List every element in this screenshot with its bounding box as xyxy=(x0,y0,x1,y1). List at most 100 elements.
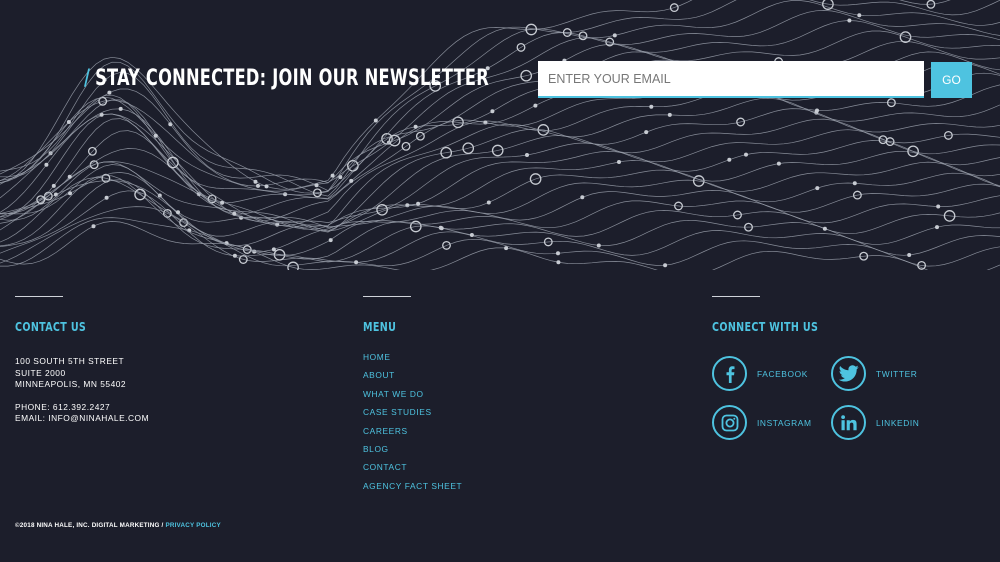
wave-line xyxy=(0,179,1000,260)
menu-heading: MENU xyxy=(363,319,397,334)
wave-node xyxy=(596,243,601,248)
wave-node xyxy=(556,260,561,265)
privacy-policy-link[interactable]: PRIVACY POLICY xyxy=(165,522,220,529)
menu-list: HOME ABOUT WHAT WE DO CASE STUDIES CAREE… xyxy=(363,348,462,495)
wave-node xyxy=(667,112,672,117)
wave-node xyxy=(663,263,668,268)
newsletter-title: / STAY CONNECTED: JOIN OUR NEWSLETTER xyxy=(84,66,489,91)
menu-item: CONTACT xyxy=(363,458,462,476)
newsletter-section: /STAY CONNECTED: JOIN OUR NEWSLETTER GO xyxy=(0,0,1000,270)
wave-node xyxy=(822,226,827,231)
instagram-label: INSTAGRAM xyxy=(757,417,812,428)
wave-node xyxy=(612,33,617,38)
wave-node xyxy=(490,109,495,114)
menu-item: AGENCY FACT SHEET xyxy=(363,477,462,495)
menu-item: CAREERS xyxy=(363,422,462,440)
instagram-link[interactable]: INSTAGRAM xyxy=(712,405,812,440)
twitter-link[interactable]: TWITTER xyxy=(831,356,917,391)
wave-line xyxy=(0,10,1000,191)
menu-item: WHAT WE DO xyxy=(363,385,462,403)
wave-node xyxy=(220,200,225,205)
contact-column: CONTACT US 100 SOUTH 5TH STREET SUITE 20… xyxy=(15,296,149,425)
address-line-3: MINNEAPOLIS, MN 55402 xyxy=(15,379,127,390)
wave-line xyxy=(0,97,1000,230)
menu-link-blog[interactable]: BLOG xyxy=(363,444,389,454)
instagram-icon xyxy=(712,405,747,440)
wave-line xyxy=(0,190,1000,263)
wave-node xyxy=(617,160,621,164)
go-button[interactable]: GO xyxy=(931,62,972,98)
wave-node xyxy=(416,201,421,206)
wave-node xyxy=(413,124,418,129)
social-links: FACEBOOK TWITTER INSTAGRAM LINKEDIN xyxy=(712,356,972,456)
wave-node xyxy=(157,193,162,198)
wave-node xyxy=(354,260,359,265)
menu-link-about[interactable]: ABOUT xyxy=(363,370,395,380)
wave-node xyxy=(533,103,538,108)
twitter-label: TWITTER xyxy=(876,368,918,379)
wave-node xyxy=(232,211,237,216)
wave-node xyxy=(349,178,354,183)
wave-node xyxy=(857,13,862,18)
address-line-1: 100 SOUTH 5TH STREET xyxy=(15,356,125,366)
wave-node xyxy=(107,90,112,95)
wave-node xyxy=(91,224,96,229)
wave-line xyxy=(0,30,1000,192)
title-slash: / xyxy=(84,66,91,91)
email-input[interactable] xyxy=(538,61,924,98)
wave-node xyxy=(232,253,237,258)
wave-line xyxy=(0,217,1000,267)
contact-divider xyxy=(15,296,63,297)
wave-node xyxy=(330,173,335,178)
wave-node xyxy=(649,104,654,109)
wave-node xyxy=(644,130,649,135)
phone-text: PHONE: 612.392.2427 xyxy=(15,401,111,412)
copyright-bar: ©2018 NINA HALE, INC. DIGITAL MARKETING … xyxy=(15,522,221,529)
linkedin-link[interactable]: LINKEDIN xyxy=(831,405,919,440)
menu-item: ABOUT xyxy=(363,366,462,384)
wave-node xyxy=(53,192,58,197)
wave-node xyxy=(847,18,852,23)
wave-line xyxy=(0,177,1000,253)
connect-heading: CONNECT WITH US xyxy=(712,319,819,334)
menu-link-home[interactable]: HOME xyxy=(363,352,391,362)
wave-node xyxy=(264,184,269,189)
copyright-separator: / xyxy=(161,522,164,529)
wave-node xyxy=(104,195,109,200)
wave-node xyxy=(907,253,912,257)
wave-node xyxy=(253,179,258,184)
wave-node xyxy=(580,195,585,200)
wave-node xyxy=(469,233,474,237)
wave-node xyxy=(852,181,857,186)
menu-link-case-studies[interactable]: CASE STUDIES xyxy=(363,407,432,417)
wave-node xyxy=(373,118,378,123)
wave-line xyxy=(0,221,1000,270)
wave-node xyxy=(486,200,491,205)
address-line-2: SUITE 2000 xyxy=(15,367,66,378)
menu-link-careers[interactable]: CAREERS xyxy=(363,426,408,436)
menu-link-contact[interactable]: CONTACT xyxy=(363,462,407,472)
copyright-text: ©2018 NINA HALE, INC. DIGITAL MARKETING xyxy=(15,522,160,529)
wave-node xyxy=(776,161,781,166)
menu-item: BLOG xyxy=(363,440,462,458)
wave-node xyxy=(556,251,560,256)
wave-node xyxy=(256,183,260,188)
wave-node xyxy=(44,162,49,167)
wave-line xyxy=(0,118,1000,229)
wave-node xyxy=(328,238,333,243)
menu-column: MENU HOME ABOUT WHAT WE DO CASE STUDIES … xyxy=(363,296,462,495)
email-text: EMAIL: INFO@NINAHALE.COM xyxy=(15,413,150,424)
linkedin-icon xyxy=(831,405,866,440)
contact-heading: CONTACT US xyxy=(15,319,87,334)
wave-node xyxy=(176,210,180,215)
menu-link-agency-fact-sheet[interactable]: AGENCY FACT SHEET xyxy=(363,481,462,491)
wave-node xyxy=(935,225,939,230)
wave-node xyxy=(744,152,748,157)
wave-line xyxy=(0,206,1000,264)
facebook-link[interactable]: FACEBOOK xyxy=(712,356,808,391)
wave-node xyxy=(727,157,732,162)
wave-node xyxy=(51,183,56,188)
wave-node xyxy=(153,133,158,138)
menu-link-what-we-do[interactable]: WHAT WE DO xyxy=(363,389,424,399)
menu-item: HOME xyxy=(363,348,462,366)
